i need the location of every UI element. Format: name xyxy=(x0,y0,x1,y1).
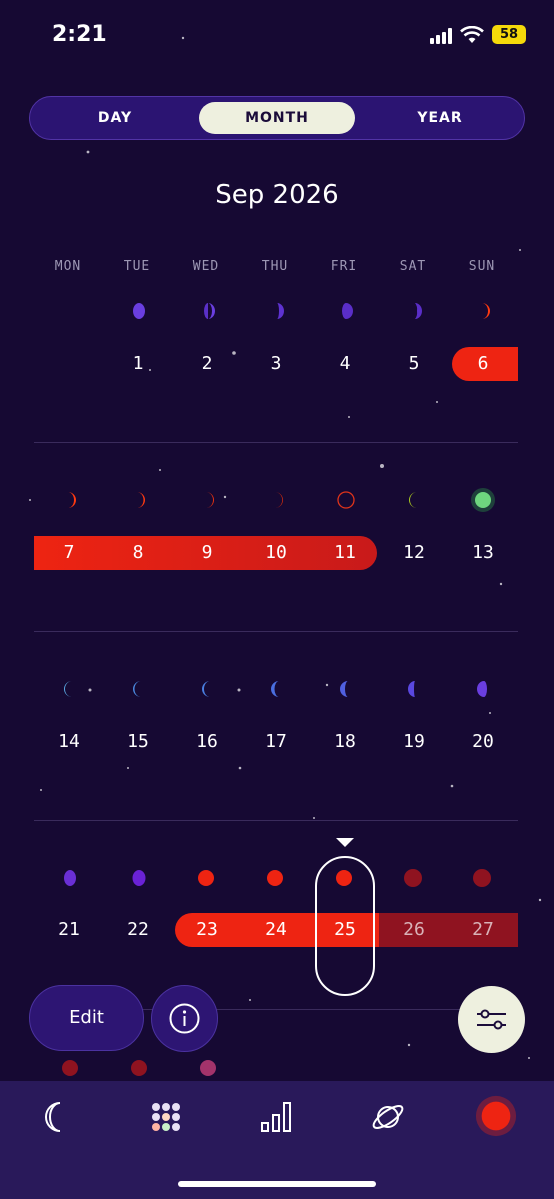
moon-phase-icon xyxy=(337,491,355,509)
view-switcher: DAY MONTH YEAR xyxy=(29,96,525,140)
weekday-sat: SAT xyxy=(399,259,427,274)
moon-phase-icon xyxy=(275,492,283,508)
tab-month[interactable]: MONTH xyxy=(199,102,355,134)
edit-button[interactable]: Edit xyxy=(29,985,144,1051)
day-cell[interactable]: 10 xyxy=(246,536,306,570)
moon-phase-icon xyxy=(202,681,210,697)
day-cell[interactable]: 12 xyxy=(384,536,444,570)
day-cell[interactable]: 27 xyxy=(453,913,513,947)
filter-button[interactable] xyxy=(458,986,525,1053)
weekday-mon: MON xyxy=(54,259,82,274)
week-divider xyxy=(34,820,518,821)
moon-phase-icon xyxy=(132,870,146,886)
calendar-grid-icon[interactable] xyxy=(144,1095,188,1139)
moon-phase-icon xyxy=(204,303,215,319)
moon-phase-icon xyxy=(408,681,415,697)
status-bar: 2:21 58 xyxy=(0,0,554,70)
day-cell[interactable]: 15 xyxy=(108,725,168,759)
period-dot xyxy=(267,870,283,886)
moon-phase-icon xyxy=(271,681,279,697)
today-indicator-icon xyxy=(336,838,354,847)
period-dot xyxy=(62,1060,78,1076)
day-cell[interactable]: 6 xyxy=(453,347,513,381)
moon-phase-icon xyxy=(342,303,353,319)
month-title: Sep 2026 xyxy=(215,180,339,210)
moon-phase-icon xyxy=(409,492,417,508)
cycle-icon[interactable] xyxy=(474,1094,518,1138)
weekday-fri: FRI xyxy=(330,259,358,274)
moon-phase-icon xyxy=(133,303,145,319)
moon-phase-icon xyxy=(477,681,487,697)
weekday-sun: SUN xyxy=(468,259,496,274)
day-cell[interactable]: 9 xyxy=(177,536,237,570)
period-dot xyxy=(404,869,422,887)
day-cell[interactable]: 16 xyxy=(177,725,237,759)
weekday-wed: WED xyxy=(192,259,220,274)
info-icon xyxy=(169,1003,200,1034)
home-indicator xyxy=(178,1181,376,1187)
weekday-thu: THU xyxy=(261,259,289,274)
day-cell[interactable]: 17 xyxy=(246,725,306,759)
battery-indicator: 58 xyxy=(492,25,526,44)
moon-phase-icon xyxy=(64,681,72,697)
stats-icon[interactable] xyxy=(255,1095,299,1139)
day-cell[interactable]: 3 xyxy=(246,347,306,381)
week-divider xyxy=(34,442,518,443)
weekday-tue: TUE xyxy=(123,259,151,274)
day-cell[interactable]: 19 xyxy=(384,725,444,759)
day-cell[interactable]: 4 xyxy=(315,347,375,381)
period-dot xyxy=(200,1060,216,1076)
moon-icon[interactable] xyxy=(36,1095,80,1139)
moon-phase-icon xyxy=(415,303,422,319)
day-cell[interactable]: 2 xyxy=(177,347,237,381)
sliders-icon xyxy=(477,1009,506,1030)
day-cell[interactable]: 14 xyxy=(39,725,99,759)
day-cell[interactable]: 7 xyxy=(39,536,99,570)
day-cell[interactable]: 1 xyxy=(108,347,168,381)
day-cell[interactable]: 26 xyxy=(384,913,444,947)
wifi-icon xyxy=(460,26,484,43)
planet-icon[interactable] xyxy=(366,1095,410,1139)
day-cell[interactable]: 20 xyxy=(453,725,513,759)
day-cell[interactable]: 11 xyxy=(315,536,375,570)
moon-phase-icon xyxy=(206,492,214,508)
period-dot xyxy=(131,1060,147,1076)
tab-year[interactable]: YEAR xyxy=(362,102,518,134)
moon-phase-icon xyxy=(137,492,145,508)
moon-phase-icon xyxy=(277,303,284,319)
tab-day[interactable]: DAY xyxy=(37,102,193,134)
ovulation-dot xyxy=(471,488,495,512)
day-cell[interactable]: 23 xyxy=(177,913,237,947)
day-cell[interactable]: 24 xyxy=(246,913,306,947)
week-divider xyxy=(34,631,518,632)
period-dot xyxy=(473,869,491,887)
day-cell[interactable]: 21 xyxy=(39,913,99,947)
day-cell[interactable]: 5 xyxy=(384,347,444,381)
period-dot xyxy=(198,870,214,886)
selected-day-outline xyxy=(315,856,375,996)
status-time: 2:21 xyxy=(52,22,107,47)
moon-phase-icon xyxy=(482,303,490,319)
day-cell[interactable]: 8 xyxy=(108,536,168,570)
day-cell[interactable]: 18 xyxy=(315,725,375,759)
moon-phase-icon xyxy=(133,681,141,697)
day-cell[interactable]: 22 xyxy=(108,913,168,947)
cellular-signal-icon xyxy=(430,28,456,44)
moon-phase-icon xyxy=(340,681,348,697)
info-button[interactable] xyxy=(151,985,218,1052)
moon-phase-icon xyxy=(68,492,76,508)
day-cell[interactable]: 13 xyxy=(453,536,513,570)
moon-phase-icon xyxy=(64,870,76,886)
